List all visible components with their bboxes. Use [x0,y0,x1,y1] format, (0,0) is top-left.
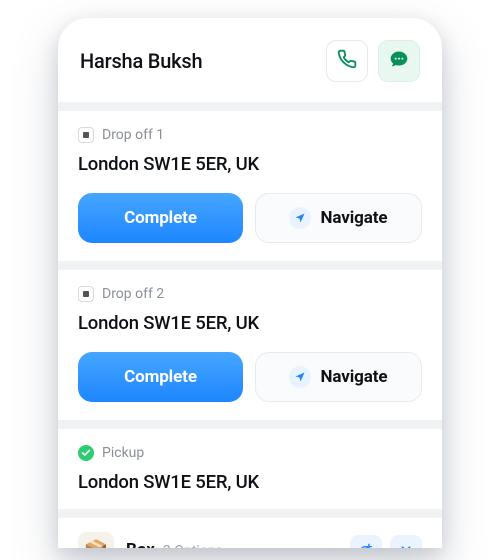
package-row[interactable]: 📦 Box 3 Options [58,518,442,548]
stop-tag: Pickup [78,445,422,461]
navigate-arrow-icon [289,366,311,388]
add-package-button[interactable] [350,535,382,548]
call-button[interactable] [326,40,368,82]
chevron-down-icon [399,541,413,549]
stop-tag-label: Drop off 1 [102,127,164,143]
status-pending-icon [78,127,94,143]
stop-card: Pickup London SW1E 5ER, UK [58,429,442,509]
navigate-button-label: Navigate [320,208,387,228]
complete-button[interactable]: Complete [78,352,243,402]
customer-name: Harsha Buksh [80,49,316,73]
phone-frame: Harsha Buksh [58,18,442,548]
status-pending-icon [78,286,94,302]
stop-actions: Complete Navigate [78,193,422,243]
complete-button-label: Complete [124,367,197,387]
stop-address: London SW1E 5ER, UK [78,471,422,493]
package-icon: 📦 [78,532,114,548]
stop-address: London SW1E 5ER, UK [78,312,422,334]
navigate-button-label: Navigate [320,367,387,387]
complete-button-label: Complete [124,208,197,228]
package-title-wrap: Box 3 Options [126,540,223,548]
stop-tag-label: Drop off 2 [102,286,164,302]
stop-tag: Drop off 1 [78,127,422,143]
navigate-button[interactable]: Navigate [255,193,422,243]
package-subtitle: 3 Options [163,543,223,548]
chat-icon [389,49,409,73]
add-plus-icon [359,541,373,549]
header-bar: Harsha Buksh [58,18,442,103]
stop-actions: Complete Navigate [78,352,422,402]
stop-address: London SW1E 5ER, UK [78,153,422,175]
package-title: Box [126,540,155,548]
expand-package-button[interactable] [390,535,422,548]
stage: Harsha Buksh [0,0,500,560]
status-complete-icon [78,445,94,461]
package-actions [350,535,422,548]
phone-icon [337,49,357,73]
message-button[interactable] [378,40,420,82]
stops-list: Drop off 1 London SW1E 5ER, UK Complete … [58,111,442,548]
stop-card: Drop off 1 London SW1E 5ER, UK Complete … [58,111,442,261]
stop-card: Drop off 2 London SW1E 5ER, UK Complete … [58,270,442,420]
stop-tag: Drop off 2 [78,286,422,302]
navigate-button[interactable]: Navigate [255,352,422,402]
complete-button[interactable]: Complete [78,193,243,243]
stop-tag-label: Pickup [102,445,144,461]
navigate-arrow-icon [289,207,311,229]
